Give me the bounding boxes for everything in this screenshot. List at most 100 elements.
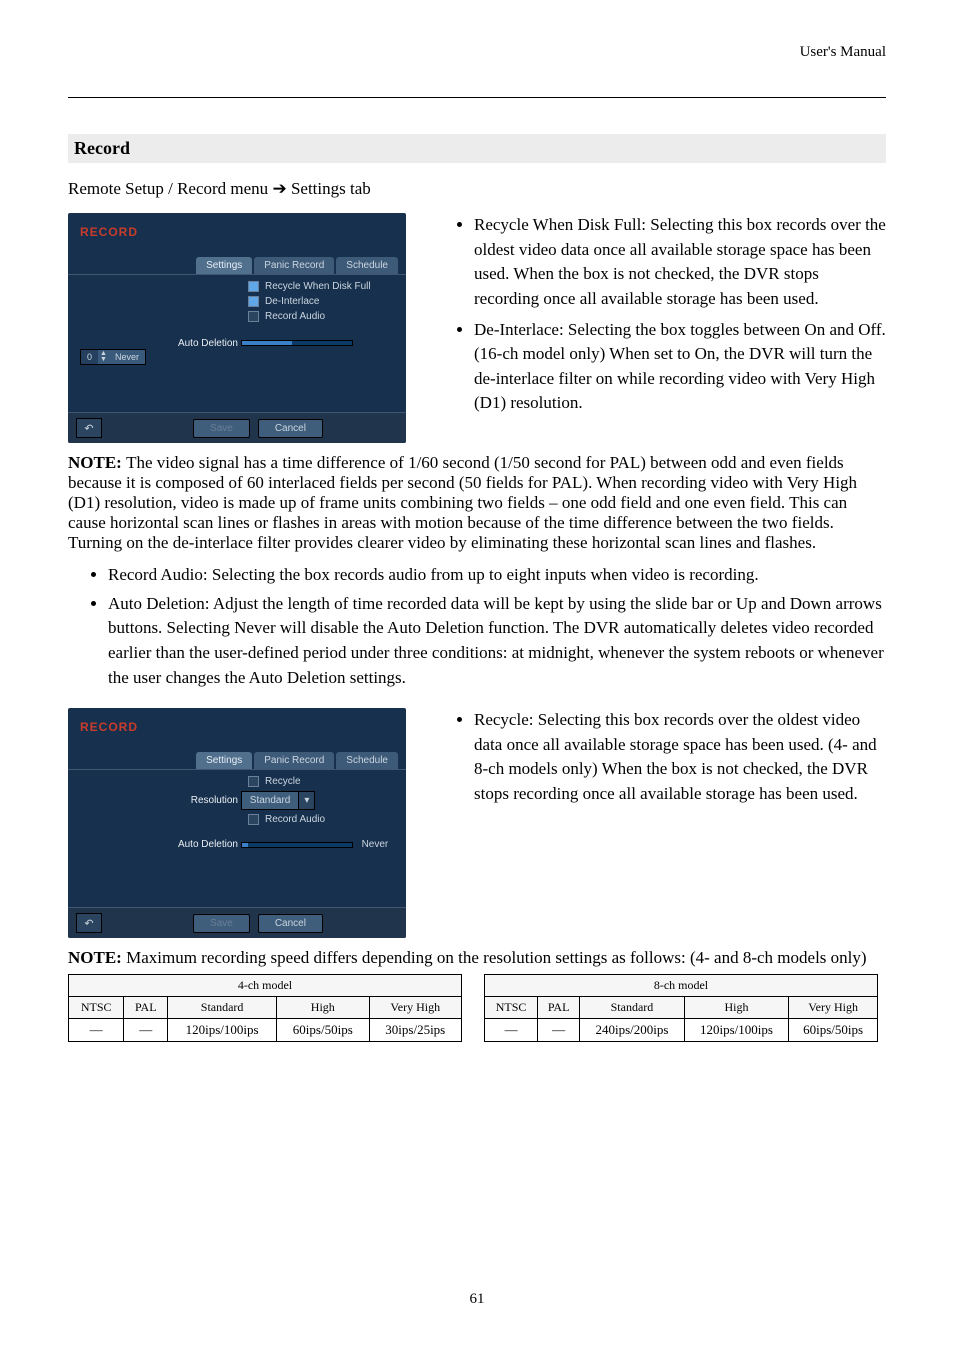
screenshot-bottom-bar: ↶ Save Cancel — [68, 412, 406, 443]
bullet-label: Recycle When Disk Full — [474, 215, 641, 234]
nav-path: Remote Setup / Record menu ➔ Settings ta… — [68, 179, 886, 199]
cell: 240ips/200ips — [580, 1019, 685, 1042]
cell: — — [124, 1019, 168, 1042]
tables-row: 4-ch model NTSC PAL Standard High Very H… — [68, 974, 886, 1042]
right-bullets-1: Recycle When Disk Full: Selecting this b… — [422, 213, 886, 422]
bullet-text: : Selecting the box records audio from u… — [203, 565, 759, 584]
cancel-button[interactable]: Cancel — [258, 914, 323, 933]
auto-deletion-value: Never — [362, 839, 389, 850]
screenshot-content: Recycle Resolution Standard ▾ Record Aud… — [68, 776, 406, 850]
table-header: NTSC — [69, 997, 124, 1019]
save-button[interactable]: Save — [193, 914, 250, 933]
checkbox-icon — [248, 776, 259, 787]
tab-settings[interactable]: Settings — [196, 752, 252, 769]
save-button[interactable]: Save — [193, 419, 250, 438]
cell: 60ips/50ips — [277, 1019, 369, 1042]
table-caption: 8-ch model — [485, 975, 878, 997]
header-running: User's Manual — [68, 44, 886, 65]
cancel-button[interactable]: Cancel — [258, 419, 323, 438]
screenshot-title: RECORD — [80, 225, 138, 239]
stepper-value: 0 — [81, 350, 98, 364]
section-title: Record — [68, 134, 886, 163]
checkbox-recycle[interactable]: Recycle When Disk Full — [248, 281, 394, 292]
cell: 120ips/100ips — [684, 1019, 789, 1042]
tab-settings[interactable]: Settings — [196, 257, 252, 274]
cell: — — [485, 1019, 538, 1042]
bullet-label: Auto Deletion — [108, 594, 205, 613]
note-deinterlace: NOTE: The video signal has a time differ… — [68, 453, 886, 553]
bullet-recycle-48: Recycle: Selecting this box records over… — [474, 708, 886, 807]
arrow-right-icon: ➔ — [272, 179, 286, 198]
bullet-deinterlace: De-Interlace: Selecting the box toggles … — [474, 318, 886, 417]
note-bold: NOTE: — [68, 948, 126, 967]
bullet-label: Recycle — [474, 710, 529, 729]
wide-bullets: Record Audio: Selecting the box records … — [68, 563, 886, 690]
back-button[interactable]: ↶ — [76, 913, 102, 933]
page-number: 61 — [0, 1291, 954, 1308]
resolution-label: Resolution — [80, 795, 238, 806]
table-header: High — [277, 997, 369, 1019]
dropdown-value: Standard — [242, 792, 299, 809]
back-arrow-icon: ↶ — [84, 422, 93, 435]
auto-deletion-slider[interactable] — [241, 842, 353, 848]
note-bold: NOTE: — [68, 453, 126, 472]
header-rule — [68, 97, 886, 98]
auto-deletion-label: Auto Deletion — [80, 839, 238, 850]
table-header: High — [684, 997, 789, 1019]
table-caption: 4-ch model — [69, 975, 462, 997]
screenshot-content: Recycle When Disk Full De-Interlace Reco… — [68, 281, 406, 365]
table-header: NTSC — [485, 997, 538, 1019]
tab-schedule[interactable]: Schedule — [336, 257, 398, 274]
cell: 120ips/100ips — [168, 1019, 277, 1042]
table-header: Very High — [369, 997, 461, 1019]
checkbox-icon — [248, 814, 259, 825]
note-text: Maximum recording speed differs dependin… — [126, 948, 866, 967]
bullet-record-audio: Record Audio: Selecting the box records … — [108, 563, 886, 588]
back-button[interactable]: ↶ — [76, 418, 102, 438]
table-header: PAL — [124, 997, 168, 1019]
stepper-label: Never — [109, 350, 145, 364]
checkbox-recycle[interactable]: Recycle — [248, 776, 394, 787]
bullet-text: : Selecting this box records over the ol… — [474, 710, 877, 803]
nav-suffix: Settings tab — [291, 179, 371, 198]
screenshot-settings-16ch: RECORD Settings Panic Record Schedule Re… — [68, 213, 406, 443]
cell: 30ips/25ips — [369, 1019, 461, 1042]
right-bullets-2: Recycle: Selecting this box records over… — [422, 708, 886, 813]
tab-bar: Settings Panic Record Schedule — [68, 257, 406, 275]
bullet-on: On — [695, 344, 716, 363]
table-header: Standard — [168, 997, 277, 1019]
tab-panic-record[interactable]: Panic Record — [254, 257, 334, 274]
checkbox-record-audio[interactable]: Record Audio — [248, 311, 394, 322]
bullet-label: De-Interlace — [474, 320, 559, 339]
tab-schedule[interactable]: Schedule — [336, 752, 398, 769]
screenshot-settings-4-8ch: RECORD Settings Panic Record Schedule Re… — [68, 708, 406, 938]
table-4ch: 4-ch model NTSC PAL Standard High Very H… — [68, 974, 462, 1042]
note-tables: NOTE: Maximum recording speed differs de… — [68, 948, 886, 968]
bullet-never: Never — [234, 618, 276, 637]
auto-deletion-stepper[interactable]: 0 ▲▼ Never — [80, 349, 146, 365]
auto-deletion-slider[interactable] — [241, 340, 353, 346]
checkbox-label: Record Audio — [265, 814, 325, 825]
tab-panic-record[interactable]: Panic Record — [254, 752, 334, 769]
bullet-label: Record Audio — [108, 565, 203, 584]
note-text: The video signal has a time difference o… — [68, 453, 857, 552]
checkbox-icon — [248, 296, 259, 307]
table-header: PAL — [538, 997, 580, 1019]
checkbox-record-audio[interactable]: Record Audio — [248, 814, 394, 825]
checkbox-deinterlace[interactable]: De-Interlace — [248, 296, 394, 307]
bullet-recycle: Recycle When Disk Full: Selecting this b… — [474, 213, 886, 312]
checkbox-label: Record Audio — [265, 311, 325, 322]
cell: 60ips/50ips — [789, 1019, 878, 1042]
checkbox-label: Recycle When Disk Full — [265, 281, 371, 292]
cell: — — [538, 1019, 580, 1042]
bullet-auto-deletion: Auto Deletion: Adjust the length of time… — [108, 592, 886, 691]
chevron-down-icon: ▾ — [298, 792, 314, 809]
checkbox-icon — [248, 311, 259, 322]
table-8ch: 8-ch model NTSC PAL Standard High Very H… — [484, 974, 878, 1042]
stepper-arrows-icon[interactable]: ▲▼ — [98, 351, 109, 363]
cell: — — [69, 1019, 124, 1042]
table-header: Very High — [789, 997, 878, 1019]
auto-deletion-label: Auto Deletion — [80, 338, 238, 349]
resolution-dropdown[interactable]: Standard ▾ — [241, 791, 316, 810]
checkbox-icon — [248, 281, 259, 292]
